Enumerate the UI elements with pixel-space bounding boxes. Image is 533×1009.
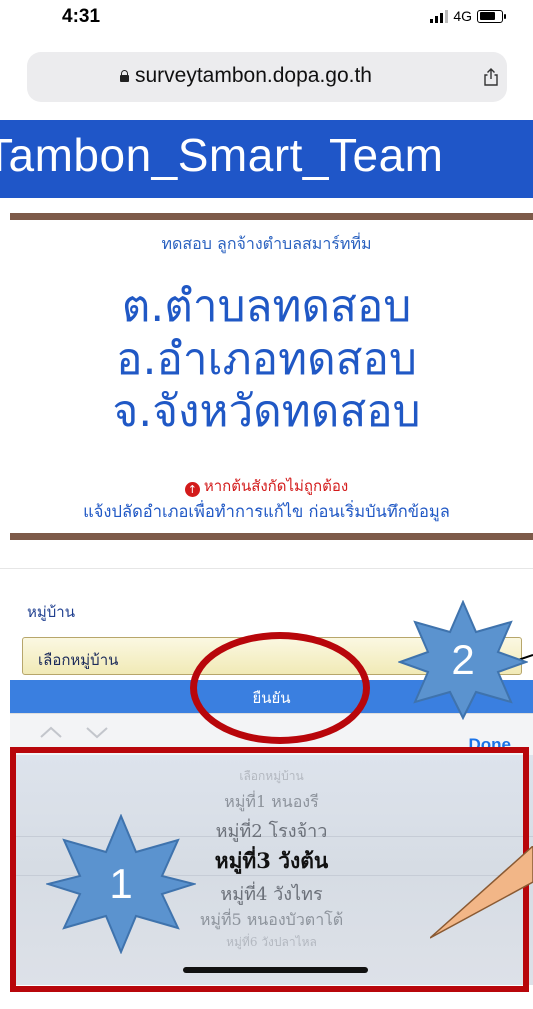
chevron-up-icon[interactable] [38, 722, 64, 742]
home-indicator[interactable] [183, 967, 368, 973]
status-indicators: 4G [430, 8, 506, 24]
lock-icon [120, 70, 129, 82]
annotation-badge-2: 2 [397, 599, 529, 721]
banner-title: Tambon_Smart_Team [0, 129, 444, 181]
divider [10, 213, 533, 220]
team-subtitle: ทดสอบ ลูกจ้างตำบลสมาร์ทที่ม [161, 234, 372, 253]
share-icon[interactable] [483, 68, 499, 86]
divider [0, 568, 533, 569]
changwat-name: จ.จังหวัดทดสอบ [112, 386, 421, 437]
warning-message: ↑ หากต้นสังกัดไม่ถูกต้อง [0, 474, 533, 498]
address-bar[interactable]: surveytambon.dopa.go.th [27, 52, 507, 102]
village-select-value: เลือกหมู่บ้าน [38, 651, 119, 669]
network-type: 4G [453, 8, 472, 24]
annotation-callout-wedge [430, 846, 533, 939]
url-text: surveytambon.dopa.go.th [135, 64, 372, 87]
warning-text: หากต้นสังกัดไม่ถูกต้อง [203, 477, 349, 495]
chevron-down-icon[interactable] [84, 722, 110, 742]
village-label: หมู่บ้าน [27, 603, 75, 621]
badge-number: 2 [451, 636, 475, 683]
annotation-badge-1: 1 [44, 813, 198, 955]
signal-icon [430, 9, 449, 23]
arrow-up-circle-icon: ↑ [184, 482, 200, 497]
picker-option[interactable]: เลือกหมู่บ้าน [10, 767, 533, 786]
done-button[interactable]: Done [469, 735, 512, 755]
status-bar: 4:31 4G [0, 0, 533, 40]
tambon-name: ต.ตำบลทดสอบ [121, 281, 412, 332]
divider [10, 533, 533, 540]
battery-icon [477, 9, 506, 23]
badge-number: 1 [109, 860, 133, 907]
picker-option[interactable]: หมู่ที่1 หนองรี [10, 790, 533, 815]
site-banner: Tambon_Smart_Team [0, 120, 533, 198]
status-time: 4:31 [62, 6, 101, 27]
info-message: แจ้งปลัดอำเภอเพื่อทำการแก้ไข ก่อนเริ่มบั… [83, 502, 450, 521]
amphoe-name: อ.อำเภอทดสอบ [116, 334, 417, 385]
